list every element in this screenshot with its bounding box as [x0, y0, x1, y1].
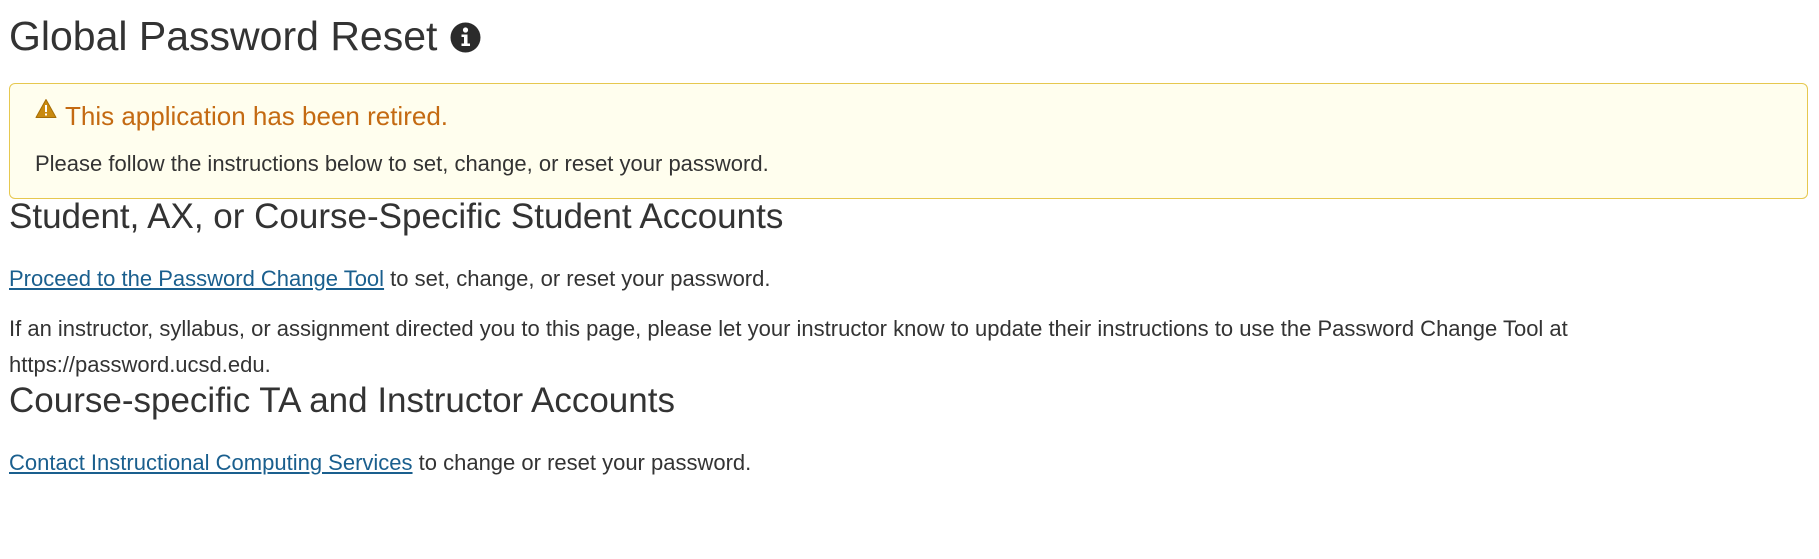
ta-link-paragraph: Contact Instructional Computing Services…	[9, 445, 1810, 481]
ta-link-suffix: to change or reset your password.	[412, 450, 752, 475]
instructor-note: If an instructor, syllabus, or assignmen…	[9, 316, 1568, 377]
page-title: Global Password Reset	[9, 12, 438, 59]
alert-header: This application has been retired.	[35, 98, 1782, 136]
page: Global Password Reset This application h…	[0, 0, 1819, 559]
retired-alert: This application has been retired. Pleas…	[9, 83, 1808, 199]
student-link-paragraph: Proceed to the Password Change Tool to s…	[9, 261, 1810, 297]
student-link-suffix: to set, change, or reset your password.	[384, 266, 771, 291]
student-section-heading: Student, AX, or Course-Specific Student …	[9, 197, 784, 236]
password-change-tool-link[interactable]: Proceed to the Password Change Tool	[9, 266, 384, 291]
title-row: Global Password Reset	[9, 0, 1810, 72]
ta-section-heading: Course-specific TA and Instructor Accoun…	[9, 381, 675, 420]
info-circle-icon[interactable]	[449, 21, 482, 54]
contact-ics-link[interactable]: Contact Instructional Computing Services	[9, 450, 413, 475]
warning-triangle-icon	[35, 98, 57, 120]
alert-message: Please follow the instructions below to …	[35, 151, 769, 176]
alert-title: This application has been retired.	[65, 101, 449, 131]
